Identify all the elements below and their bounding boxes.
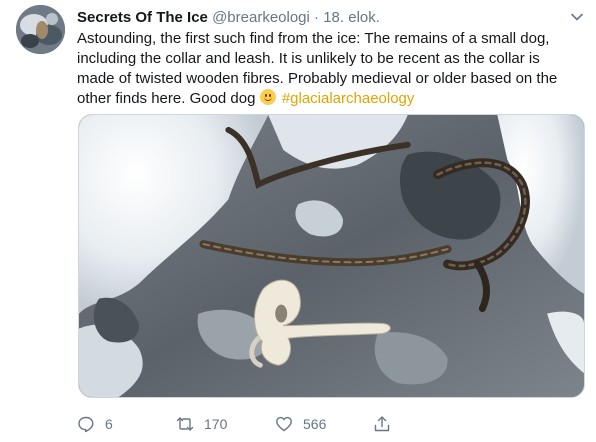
retweet-icon	[176, 417, 194, 431]
avatar-image	[16, 5, 65, 54]
like-count: 566	[303, 416, 327, 432]
share-icon	[374, 416, 390, 432]
avatar[interactable]	[16, 5, 65, 54]
chevron-down-icon[interactable]	[569, 9, 585, 25]
separator: ·	[314, 9, 320, 26]
author-handle[interactable]: @brearkeologi	[212, 9, 310, 26]
photo-image	[79, 115, 584, 397]
hashtag-link[interactable]: #glacialarchaeology	[282, 90, 415, 107]
reply-icon	[78, 416, 94, 433]
smile-emoji-icon	[259, 89, 276, 105]
retweet-count: 170	[204, 416, 228, 432]
reply-button[interactable]: 6	[77, 410, 113, 438]
tweet-card[interactable]: Secrets Of The Ice @brearkeologi · 18. e…	[0, 0, 596, 442]
heart-icon	[276, 416, 292, 432]
tweet-photo[interactable]	[78, 114, 585, 398]
tweet-date[interactable]: 18. elok.	[323, 9, 380, 26]
author-name[interactable]: Secrets Of The Ice	[77, 9, 208, 26]
reply-count: 6	[105, 416, 113, 432]
share-button[interactable]	[373, 410, 391, 438]
tweet-text: Astounding, the first such find from the…	[77, 29, 572, 109]
retweet-button[interactable]: 170	[176, 410, 227, 438]
like-button[interactable]: 566	[275, 410, 326, 438]
tweet-header: Secrets Of The Ice @brearkeologi · 18. e…	[77, 9, 380, 27]
tweet-actions: 6 170 566	[77, 410, 587, 438]
